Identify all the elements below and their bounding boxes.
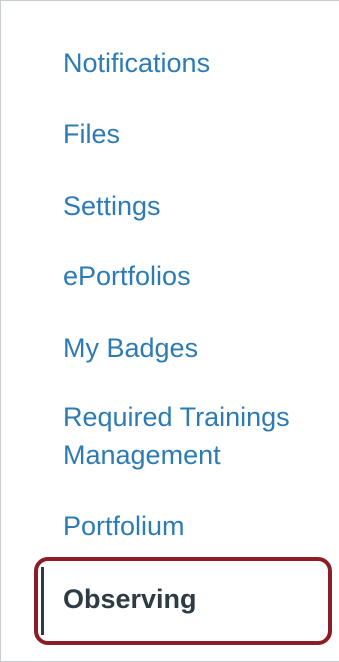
- nav-item-my-badges[interactable]: My Badges: [63, 330, 198, 366]
- nav-item-files[interactable]: Files: [63, 116, 120, 152]
- active-indicator-bar: [41, 567, 44, 635]
- nav-item-observing[interactable]: Observing: [38, 561, 328, 641]
- nav-item-eportfolios[interactable]: ePortfolios: [63, 258, 191, 294]
- nav-item-settings[interactable]: Settings: [63, 188, 161, 224]
- nav-item-observing-label: Observing: [63, 584, 197, 614]
- account-navigation-panel: Notifications Files Settings ePortfolios…: [0, 0, 339, 662]
- nav-item-portfolium[interactable]: Portfolium: [63, 508, 185, 544]
- nav-item-required-trainings-management[interactable]: Required Trainings Management: [63, 398, 333, 474]
- nav-item-notifications[interactable]: Notifications: [63, 45, 210, 81]
